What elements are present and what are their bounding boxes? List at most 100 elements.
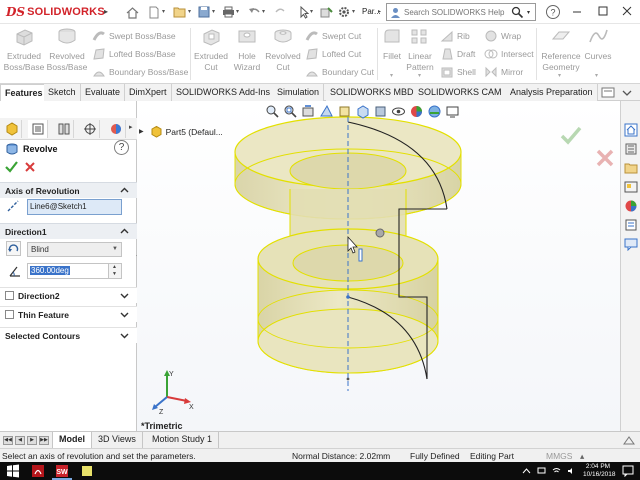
confirm-ok-icon[interactable] xyxy=(560,125,582,145)
graphics-area[interactable]: ▶ Part5 (Defaul... Y X Z *Trimetric xyxy=(137,101,620,431)
manager-tabs-scroll-icon[interactable]: ▸ xyxy=(129,123,133,131)
lofted-boss-button[interactable]: Lofted Boss/Base xyxy=(92,45,176,63)
previous-view-icon[interactable] xyxy=(301,104,316,119)
tab-options-icon[interactable] xyxy=(601,86,615,99)
notes-app-icon[interactable] xyxy=(80,464,94,478)
document-title-arrow-icon[interactable]: ▸ xyxy=(378,8,381,15)
hide-show-items-icon[interactable] xyxy=(391,104,406,119)
zoom-to-fit-icon[interactable] xyxy=(265,104,280,119)
confirm-cancel-icon[interactable] xyxy=(595,148,615,168)
thin-feature-checkbox[interactable] xyxy=(5,310,14,319)
search-dropdown-icon[interactable]: ▾ xyxy=(527,9,530,16)
spin-up-icon[interactable]: ▲ xyxy=(109,264,120,271)
property-manager-tab[interactable] xyxy=(28,120,48,138)
undo-icon[interactable] xyxy=(246,4,262,20)
action-center-icon[interactable] xyxy=(622,465,634,477)
property-manager-help-button[interactable]: ? xyxy=(114,140,129,155)
revolved-part-preview[interactable] xyxy=(137,101,620,431)
tab-solidworks-mbd[interactable]: SOLIDWORKS MBD xyxy=(326,84,419,101)
tab-model[interactable]: Model xyxy=(52,432,92,448)
revolved-boss-button[interactable]: Revolved Boss/Base xyxy=(46,26,88,73)
dimxpert-manager-tab[interactable] xyxy=(80,120,100,138)
wifi-icon[interactable] xyxy=(552,467,561,475)
network-icon[interactable] xyxy=(537,467,546,475)
pattern-dropdown-icon[interactable]: ▾ xyxy=(418,72,421,79)
tab-evaluate[interactable]: Evaluate xyxy=(81,84,126,101)
direction1-group[interactable]: Direction1 xyxy=(0,223,137,239)
tab-bar-options-icon[interactable] xyxy=(622,434,636,446)
chevron-down-icon[interactable] xyxy=(119,330,130,341)
draft-button[interactable]: Draft xyxy=(440,45,475,63)
hole-wizard-button[interactable]: Hole Wizard xyxy=(230,26,264,73)
select-dropdown-icon[interactable]: ▾ xyxy=(310,8,316,15)
unit-system[interactable]: MMGS xyxy=(546,451,572,461)
reverse-direction-button[interactable] xyxy=(6,241,21,256)
solidworks-logo[interactable]: DS SOLIDWORKS xyxy=(6,4,105,20)
windows-start-icon[interactable] xyxy=(6,464,20,478)
open-dropdown-icon[interactable]: ▾ xyxy=(188,8,194,15)
options-gear-icon[interactable] xyxy=(336,4,352,20)
curves-button[interactable]: Curves xyxy=(583,26,613,62)
home-icon[interactable] xyxy=(124,4,140,20)
extruded-cut-button[interactable]: Extruded Cut xyxy=(192,26,230,73)
tab-solidworks-cam[interactable]: SOLIDWORKS CAM xyxy=(414,84,507,101)
open-folder-icon[interactable] xyxy=(172,4,188,20)
revolve-angle-input[interactable]: 360.00deg xyxy=(27,263,109,279)
swept-boss-button[interactable]: Swept Boss/Base xyxy=(92,27,176,45)
view-settings-icon[interactable] xyxy=(445,104,460,119)
angle-spinner[interactable]: ▲ ▼ xyxy=(109,263,122,279)
reference-dropdown-icon[interactable]: ▾ xyxy=(558,72,561,79)
reference-geometry-button[interactable]: Reference Geometry xyxy=(539,26,583,73)
new-document-icon[interactable] xyxy=(146,4,162,20)
save-icon[interactable] xyxy=(196,4,212,20)
fillet-dropdown-icon[interactable]: ▾ xyxy=(390,72,393,79)
boundary-boss-button[interactable]: Boundary Boss/Base xyxy=(92,63,188,81)
last-tab-icon[interactable]: ▶▶ xyxy=(39,436,49,445)
intersect-button[interactable]: Intersect xyxy=(484,45,534,63)
volume-icon[interactable] xyxy=(567,467,576,475)
section-view-icon[interactable] xyxy=(319,104,334,119)
axis-of-revolution-group[interactable]: Axis of Revolution xyxy=(0,182,137,198)
custom-properties-icon[interactable] xyxy=(624,218,638,232)
menu-expand-arrow-icon[interactable]: ▸ xyxy=(104,7,108,16)
new-dropdown-icon[interactable]: ▾ xyxy=(162,8,168,15)
configuration-manager-tab[interactable] xyxy=(54,120,74,138)
tab-dimxpert[interactable]: DimXpert xyxy=(125,84,172,101)
solidworks-forum-icon[interactable] xyxy=(624,237,638,251)
solidworks-taskbar-icon[interactable]: SW xyxy=(55,464,69,478)
chevron-down-icon[interactable] xyxy=(119,290,130,301)
extruded-boss-button[interactable]: Extruded Boss/Base xyxy=(3,26,45,73)
display-style-icon[interactable] xyxy=(373,104,388,119)
ok-checkmark-icon[interactable] xyxy=(5,160,18,173)
search-icon[interactable] xyxy=(511,6,524,19)
revolved-cut-button[interactable]: Revolved Cut xyxy=(264,26,302,73)
fillet-button[interactable]: Fillet xyxy=(378,26,406,62)
search-input[interactable] xyxy=(404,6,514,18)
feature-tree-root[interactable]: ▶ Part5 (Defaul... xyxy=(139,125,223,138)
tree-expand-arrow-icon[interactable]: ▶ xyxy=(139,128,144,135)
view-orientation-icon[interactable] xyxy=(355,104,370,119)
chevron-down-icon[interactable] xyxy=(119,309,130,320)
taskbar-clock[interactable]: 2:04 PM 10/16/2018 xyxy=(583,463,616,479)
help-icon[interactable]: ? xyxy=(545,4,561,20)
rebuild-icon[interactable] xyxy=(318,4,334,20)
chevron-up-icon[interactable] xyxy=(119,226,130,237)
tab-3d-views[interactable]: 3D Views xyxy=(92,432,143,448)
undo-dropdown-icon[interactable]: ▾ xyxy=(262,8,268,15)
tab-features[interactable]: Features xyxy=(0,84,48,101)
curves-dropdown-icon[interactable]: ▾ xyxy=(595,72,598,79)
unit-dropdown-icon[interactable]: ▴ xyxy=(580,451,584,462)
direction2-checkbox[interactable] xyxy=(5,291,14,300)
linear-pattern-button[interactable]: Linear Pattern xyxy=(404,26,436,73)
design-library-icon[interactable] xyxy=(624,142,638,156)
thin-feature-group[interactable]: Thin Feature xyxy=(0,306,137,322)
shell-button[interactable]: Shell xyxy=(440,63,476,81)
redo-icon[interactable] xyxy=(272,4,288,20)
edit-appearance-icon[interactable] xyxy=(409,104,424,119)
dynamic-annotation-icon[interactable] xyxy=(337,104,352,119)
lofted-cut-button[interactable]: Lofted Cut xyxy=(305,45,361,63)
view-palette-icon[interactable] xyxy=(624,180,638,194)
tab-analysis-preparation[interactable]: Analysis Preparation xyxy=(506,84,598,101)
direction2-group[interactable]: Direction2 xyxy=(0,287,137,303)
end-condition-select[interactable]: Blind ▼ xyxy=(27,242,122,257)
